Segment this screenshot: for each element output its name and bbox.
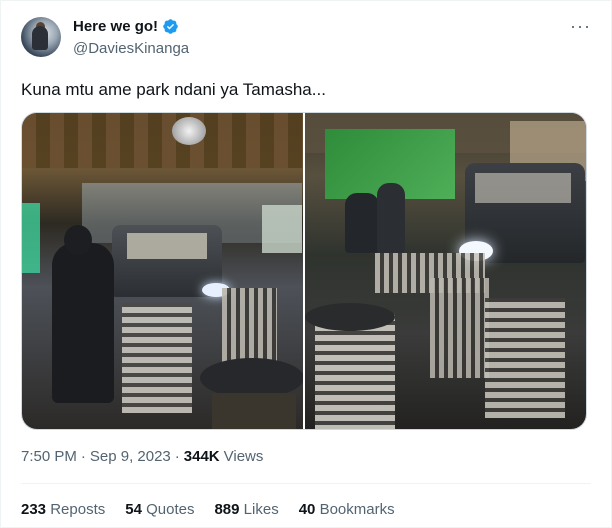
- verified-badge-icon: [163, 19, 178, 34]
- reposts-count: 233: [21, 501, 47, 518]
- media-grid: [21, 112, 587, 430]
- author-avatar[interactable]: [21, 17, 61, 57]
- meta-separator: ·: [174, 448, 180, 465]
- media-photo-right[interactable]: [305, 113, 586, 429]
- meta-separator: ·: [80, 448, 86, 465]
- tweet-time[interactable]: 7:50 PM: [21, 448, 77, 465]
- likes-label: Likes: [243, 501, 279, 518]
- tweet-date[interactable]: Sep 9, 2023: [90, 448, 171, 465]
- more-options-icon[interactable]: ···: [570, 17, 591, 35]
- author-name-row: Here we go!: [73, 18, 179, 35]
- tweet-text: Kuna mtu ame park ndani ya Tamasha...: [21, 80, 326, 99]
- avatar-figure: [32, 26, 48, 50]
- reposts-label: Reposts: [50, 501, 106, 518]
- bookmarks-stat[interactable]: 40 Bookmarks: [299, 501, 395, 518]
- quotes-count: 54: [125, 501, 142, 518]
- author-handle[interactable]: @DaviesKinanga: [73, 40, 189, 57]
- views-count: 344K: [183, 448, 220, 465]
- views-label: Views: [223, 448, 264, 465]
- likes-count: 889: [214, 501, 240, 518]
- quotes-stat[interactable]: 54 Quotes: [125, 501, 194, 518]
- divider: [21, 483, 591, 484]
- engagement-stats: 233 Reposts 54 Quotes 889 Likes 40 Bookm…: [21, 501, 395, 518]
- likes-stat[interactable]: 889 Likes: [214, 501, 278, 518]
- media-photo-left[interactable]: [22, 113, 303, 429]
- author-display-name[interactable]: Here we go!: [73, 18, 158, 35]
- timestamp-row: 7:50 PM · Sep 9, 2023 · 344K Views: [21, 448, 263, 465]
- reposts-stat[interactable]: 233 Reposts: [21, 501, 105, 518]
- bookmarks-count: 40: [298, 501, 316, 518]
- quotes-label: Quotes: [146, 501, 195, 518]
- tweet-card: Here we go! @DaviesKinanga ··· Kuna mtu …: [0, 0, 612, 528]
- bookmarks-label: Bookmarks: [319, 501, 395, 518]
